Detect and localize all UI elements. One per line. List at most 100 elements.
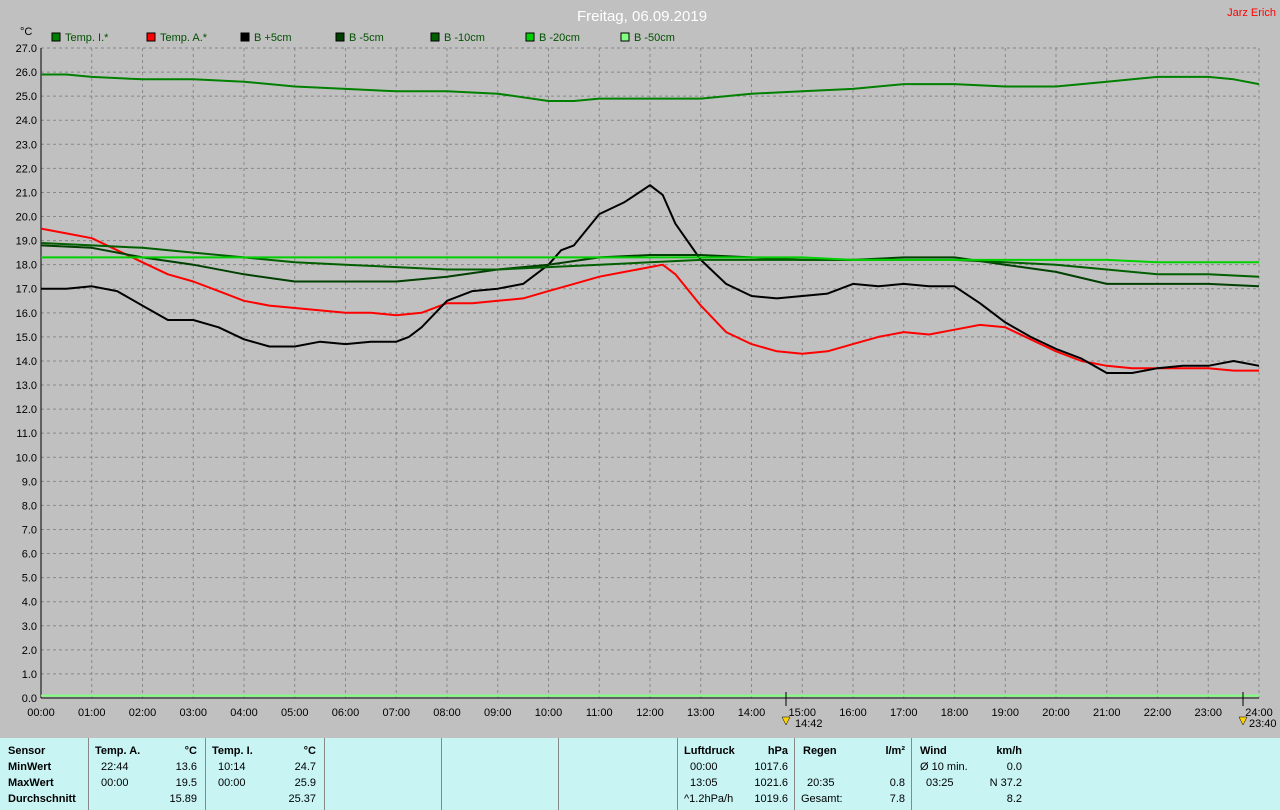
x-tick-label: 09:00	[484, 707, 512, 719]
temp-i-avg: 25.37	[288, 793, 316, 805]
y-tick-label: 12.0	[16, 404, 37, 416]
stats-temp-a: Temp. A. °C 22:44 13.6 00:00 19.5 15.89	[89, 738, 206, 810]
y-tick-label: 13.0	[16, 380, 37, 392]
x-tick-label: 17:00	[890, 707, 918, 719]
stats-regen: Regen l/m² 20:35 0.8 Gesamt: 7.8	[795, 738, 912, 810]
y-tick-label: 8.0	[22, 500, 37, 512]
regen-max: 0.8	[889, 777, 905, 789]
wind-avg-label: Ø 10 min.	[920, 761, 968, 773]
temp-a-avg: 15.89	[169, 793, 197, 805]
x-tick-label: 23:00	[1194, 707, 1222, 719]
luftdruck-max-time: 13:05	[690, 777, 718, 789]
y-tick-label: 20.0	[16, 212, 37, 224]
chart-area: Freitag, 06.09.2019 Jarz Erich °C Temp. …	[16, 7, 1277, 730]
y-tick-label: 27.0	[16, 43, 37, 55]
legend-swatch	[525, 32, 535, 42]
y-tick-label: 0.0	[22, 693, 37, 705]
x-tick-label: 08:00	[433, 707, 461, 719]
wind-unit: km/h	[996, 745, 1022, 757]
y-tick-label: 21.0	[16, 187, 37, 199]
temp-a-min: 13.6	[175, 761, 197, 773]
y-tick-label: 19.0	[16, 236, 37, 248]
wind-max: N 37.2	[989, 777, 1022, 789]
regen-header: Regen	[803, 745, 837, 757]
legend-label: B -10cm	[444, 32, 485, 44]
x-tick-label: 22:00	[1144, 707, 1172, 719]
chart-title: Freitag, 06.09.2019	[577, 8, 707, 25]
marker-label-1: 14:42	[795, 718, 823, 730]
legend-label: Temp. A.*	[160, 32, 208, 44]
temp-i-max: 25.9	[294, 777, 316, 789]
regen-total: 7.8	[889, 793, 905, 805]
y-tick-label: 24.0	[16, 115, 37, 127]
x-tick-label: 11:00	[586, 707, 613, 719]
wind-current: 8.2	[1006, 793, 1022, 805]
stats-empty-3	[559, 738, 678, 810]
x-tick-label: 18:00	[941, 707, 969, 719]
temp-i-unit: °C	[303, 745, 316, 757]
legend: Temp. I.* Temp. A.* B +5cm B -5cm B -10cm B -…	[51, 32, 675, 44]
stats-panel: Sensor MinWert MaxWert Durchschnitt Temp…	[0, 738, 1280, 810]
luftdruck-current: 1019.6	[754, 793, 788, 805]
x-tick-label: 02:00	[129, 707, 157, 719]
wind-avg: 0.0	[1006, 761, 1022, 773]
temp-a-header: Temp. A.	[95, 745, 141, 757]
temp-a-max-time: 00:00	[101, 777, 129, 789]
time-marker-icon	[781, 716, 791, 726]
temp-a-unit: °C	[184, 745, 197, 757]
y-tick-label: 4.0	[22, 597, 37, 609]
luftdruck-trend: ^1.2hPa/h	[684, 793, 734, 805]
y-tick-label: 5.0	[22, 573, 37, 585]
x-tick-label: 19:00	[991, 707, 1019, 719]
x-tick-label: 01:00	[78, 707, 106, 719]
author-label: Jarz Erich	[1227, 7, 1276, 19]
row-label-sensor: Sensor	[8, 745, 46, 757]
grid	[40, 47, 1260, 699]
y-tick-label: 15.0	[16, 332, 37, 344]
x-tick-label: 12:00	[636, 707, 664, 719]
stats-temp-i: Temp. I. °C 10:14 24.7 00:00 25.9 25.37	[206, 738, 325, 810]
y-tick-label: 2.0	[22, 645, 37, 657]
row-label-max: MaxWert	[8, 777, 54, 789]
legend-swatch	[620, 32, 630, 42]
y-tick-label: 23.0	[16, 139, 37, 151]
y-tick-label: 26.0	[16, 67, 37, 79]
luftdruck-min: 1017.6	[754, 761, 788, 773]
x-tick-label: 10:00	[535, 707, 563, 719]
x-tick-label: 16:00	[839, 707, 867, 719]
stats-luftdruck: Luftdruck hPa 00:00 1017.6 13:05 1021.6 …	[678, 738, 795, 810]
y-tick-label: 17.0	[16, 284, 37, 296]
y-tick-label: 14.0	[16, 356, 37, 368]
y-unit-label: °C	[20, 26, 32, 38]
y-tick-label: 16.0	[16, 308, 37, 320]
stats-empty-1	[325, 738, 442, 810]
x-tick-label: 14:00	[738, 707, 766, 719]
x-tick-label: 06:00	[332, 707, 360, 719]
temp-i-min: 24.7	[294, 761, 316, 773]
legend-swatch	[51, 32, 61, 42]
row-label-avg: Durchschnitt	[8, 793, 76, 805]
wind-header: Wind	[920, 745, 947, 757]
y-tick-label: 10.0	[16, 452, 37, 464]
luftdruck-min-time: 00:00	[690, 761, 718, 773]
temp-a-min-time: 22:44	[101, 761, 129, 773]
y-tick-label: 7.0	[22, 524, 37, 536]
legend-swatch	[430, 32, 440, 42]
y-tick-label: 9.0	[22, 476, 37, 488]
y-axis: 0.0 1.0 2.0 3.0 4.0 5.0 6.0 7.0 8.0 9.0 10.0 11.0 12…	[16, 43, 37, 705]
x-tick-label: 13:00	[687, 707, 715, 719]
x-tick-label: 21:00	[1093, 707, 1121, 719]
y-tick-label: 1.0	[22, 669, 37, 681]
luftdruck-max: 1021.6	[754, 777, 788, 789]
y-tick-label: 3.0	[22, 621, 37, 633]
x-tick-label: 07:00	[382, 707, 410, 719]
regen-total-label: Gesamt:	[801, 793, 843, 805]
luftdruck-unit: hPa	[767, 745, 788, 757]
temp-i-max-time: 00:00	[218, 777, 246, 789]
x-tick-label: 20:00	[1042, 707, 1070, 719]
stats-wind: Wind km/h Ø 10 min. 0.0 03:25 N 37.2 8.2	[912, 738, 1028, 810]
wind-max-time: 03:25	[926, 777, 954, 789]
legend-label: B +5cm	[254, 32, 292, 44]
legend-swatch	[240, 32, 250, 42]
legend-swatch	[335, 32, 345, 42]
